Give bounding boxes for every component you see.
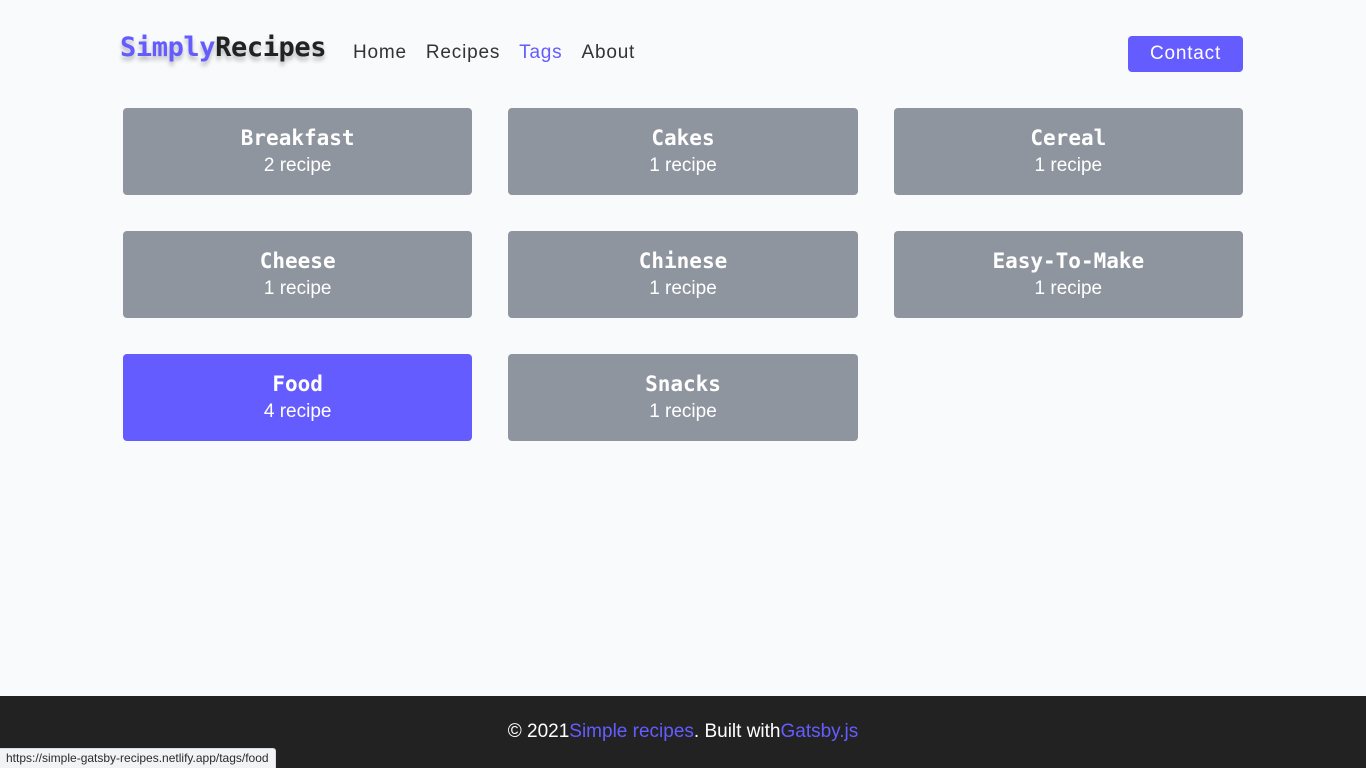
nav-link-about[interactable]: About (581, 40, 635, 66)
tag-name: Cakes (651, 125, 715, 150)
tag-recipe-count: 1 recipe (649, 277, 717, 299)
tag-card-breakfast[interactable]: Breakfast 2 recipe (123, 108, 473, 195)
tag-name: Easy-To-Make (992, 248, 1145, 273)
nav-links: Home Recipes Tags About (353, 40, 635, 66)
logo-accent-text: Simply (120, 32, 216, 63)
nav-link-recipes[interactable]: Recipes (426, 40, 500, 66)
nav-link-home[interactable]: Home (353, 40, 407, 66)
footer-built-with-text: . Built with (693, 721, 781, 742)
nav-link-tags[interactable]: Tags (519, 40, 562, 66)
tag-grid: Breakfast 2 recipe Cakes 1 recipe Cereal… (123, 108, 1243, 441)
tag-name: Breakfast (240, 125, 355, 150)
tag-name: Cereal (1030, 125, 1107, 150)
tag-name: Snacks (645, 371, 721, 396)
page: SimplyRecipes Home Recipes Tags About Co… (0, 0, 1366, 768)
tag-recipe-count: 1 recipe (1034, 154, 1103, 176)
tag-name: Chinese (638, 248, 728, 273)
tag-card-chinese[interactable]: Chinese 1 recipe (508, 231, 858, 318)
tag-name: Food (272, 371, 323, 396)
tag-recipe-count: 1 recipe (1034, 277, 1103, 299)
tag-card-cheese[interactable]: Cheese 1 recipe (123, 231, 473, 318)
contact-button[interactable]: Contact (1128, 36, 1243, 72)
footer-copyright-text: © 2021 (507, 721, 570, 742)
tag-recipe-count: 4 recipe (263, 400, 332, 422)
tag-card-cereal[interactable]: Cereal 1 recipe (893, 108, 1243, 195)
tag-recipe-count: 1 recipe (649, 400, 717, 422)
footer-gatsby-link[interactable]: Gatsby.js (780, 721, 858, 743)
footer-site-link[interactable]: Simple recipes (569, 721, 694, 743)
tag-recipe-count: 1 recipe (649, 154, 717, 176)
browser-status-url: https://simple-gatsby-recipes.netlify.ap… (0, 748, 276, 768)
tag-card-easy-to-make[interactable]: Easy-To-Make 1 recipe (893, 231, 1243, 318)
logo-rest-text: Recipes (215, 32, 327, 63)
tag-card-cakes[interactable]: Cakes 1 recipe (508, 108, 858, 195)
site-logo[interactable]: SimplyRecipes (120, 32, 327, 63)
navbar: SimplyRecipes Home Recipes Tags About Co… (0, 0, 1366, 108)
tag-card-food[interactable]: Food 4 recipe (123, 354, 473, 441)
tag-recipe-count: 1 recipe (263, 277, 332, 299)
tag-recipe-count: 2 recipe (263, 154, 332, 176)
tag-card-snacks[interactable]: Snacks 1 recipe (508, 354, 858, 441)
tag-name: Cheese (259, 248, 336, 273)
